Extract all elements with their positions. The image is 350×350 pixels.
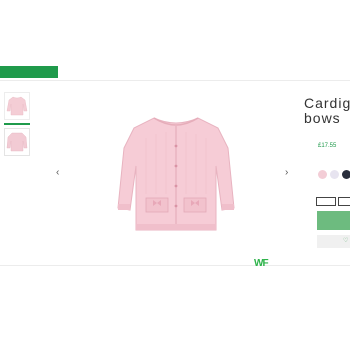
add-to-bag-button[interactable] bbox=[317, 211, 350, 230]
thumbnail-front[interactable] bbox=[4, 92, 30, 120]
cardigan-illustration bbox=[117, 117, 235, 231]
thumbnail-back-image bbox=[6, 132, 28, 152]
color-swatch-lilac[interactable] bbox=[330, 170, 339, 179]
size-option-1[interactable] bbox=[316, 197, 336, 206]
product-title-line-2: bows bbox=[304, 110, 341, 126]
thumbnail-selected-indicator bbox=[4, 123, 30, 125]
heart-icon[interactable]: ♡ bbox=[343, 237, 348, 244]
color-swatch-pink[interactable] bbox=[318, 170, 327, 179]
thumbnail-front-image bbox=[6, 96, 28, 116]
footer-logo[interactable]: WF bbox=[254, 258, 270, 269]
product-image[interactable] bbox=[96, 108, 256, 238]
product-title-line-1: Cardig bbox=[304, 95, 350, 111]
next-image-arrow-icon[interactable]: › bbox=[285, 168, 288, 178]
color-swatch-navy[interactable] bbox=[342, 170, 350, 179]
product-price: £17.55 bbox=[318, 143, 337, 149]
brand-bar[interactable] bbox=[0, 66, 58, 78]
top-divider bbox=[0, 80, 350, 81]
logo-mark: WF bbox=[254, 258, 269, 269]
section-divider bbox=[0, 265, 350, 266]
prev-image-arrow-icon[interactable]: ‹ bbox=[56, 168, 59, 178]
thumbnail-back[interactable] bbox=[4, 128, 30, 156]
size-option-2[interactable] bbox=[338, 197, 350, 206]
product-title: Cardig bows bbox=[304, 96, 350, 126]
